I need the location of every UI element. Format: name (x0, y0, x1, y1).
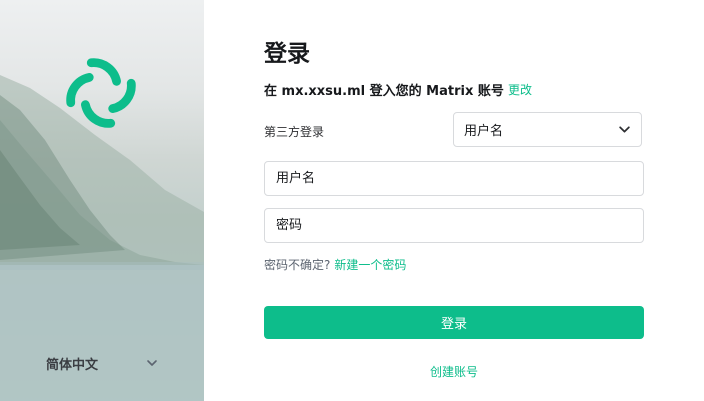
password-input[interactable] (264, 208, 644, 243)
element-logo-icon (66, 58, 136, 128)
change-server-link[interactable]: 更改 (508, 81, 532, 98)
page-title: 登录 (264, 41, 310, 67)
login-type-value: 用户名 (464, 124, 504, 139)
language-label: 简体中文 (46, 357, 99, 373)
login-button[interactable]: 登录 (264, 306, 644, 339)
reset-password-link[interactable]: 新建一个密码 (334, 258, 406, 272)
create-account-link[interactable]: 创建账号 (264, 363, 644, 380)
forgot-password-text: 密码不确定? (264, 258, 331, 272)
language-selector[interactable]: 简体中文 (46, 352, 158, 374)
forgot-password-line: 密码不确定? 新建一个密码 (264, 256, 406, 273)
sso-label: 第三方登录 (264, 125, 325, 139)
server-info: 在 mx.xxsu.ml 登入您的 Matrix 账号 (264, 84, 504, 99)
login-type-select[interactable]: 用户名 (453, 112, 642, 147)
background-panel: 简体中文 (0, 0, 204, 401)
chevron-down-icon (619, 126, 630, 133)
chevron-down-icon (147, 360, 157, 366)
login-form: 登录 在 mx.xxsu.ml 登入您的 Matrix 账号 更改 第三方登录 … (264, 0, 644, 401)
username-input[interactable] (264, 161, 644, 196)
